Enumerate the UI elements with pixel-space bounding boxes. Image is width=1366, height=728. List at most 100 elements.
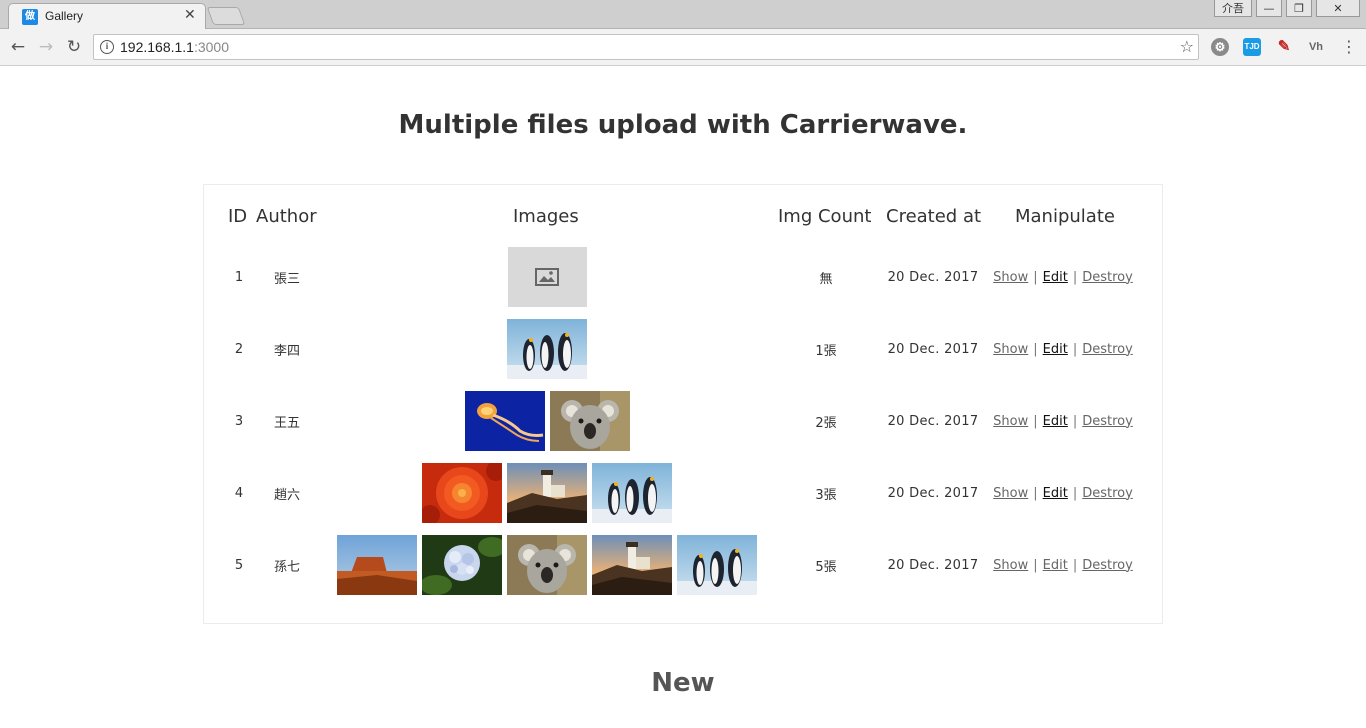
thumbnail-jellyfish: [464, 391, 545, 451]
gallery-table: ID Author Images Img Count Created at Ma…: [203, 184, 1163, 624]
cell-id: 5: [234, 557, 244, 573]
cell-author: 張三: [273, 271, 300, 287]
cell-author: 孫七: [273, 559, 300, 575]
cell-created-at: 20 Dec. 2017: [887, 557, 979, 573]
cell-created-at: 20 Dec. 2017: [887, 269, 979, 285]
tab-title: Gallery: [45, 9, 84, 23]
url-port: :3000: [193, 39, 230, 55]
separator: |: [1033, 269, 1038, 285]
browser-tab[interactable]: 做 Gallery ✕: [8, 3, 206, 29]
feather-extension-icon[interactable]: ✎: [1275, 38, 1293, 56]
thumbnail-hydrangeas: [422, 535, 502, 595]
header-img-count: Img Count: [778, 206, 872, 227]
separator: |: [1033, 557, 1038, 573]
header-created-at: Created at: [886, 206, 982, 227]
thumbnail-penguins: [507, 319, 587, 379]
url-text[interactable]: 192.168.1.1:3000: [120, 39, 229, 55]
cell-author: 趙六: [273, 487, 300, 503]
thumbnail-desert: [337, 535, 417, 595]
cell-author: 王五: [273, 415, 300, 431]
profile-button[interactable]: 介吾: [1214, 0, 1252, 17]
reload-icon[interactable]: ↻: [64, 37, 84, 57]
cell-manipulate: Show | Edit | Destroy: [990, 534, 1136, 596]
edit-link[interactable]: Edit: [1043, 342, 1068, 357]
separator: |: [1072, 341, 1078, 357]
cell-created-at: 20 Dec. 2017: [887, 413, 979, 429]
cell-manipulate: Show | Edit | Destroy: [990, 246, 1136, 308]
show-link[interactable]: Show: [993, 486, 1028, 501]
edit-link[interactable]: Edit: [1043, 558, 1068, 573]
page-title: Multiple files upload with Carrierwave.: [398, 110, 968, 140]
separator: |: [1072, 557, 1078, 573]
cell-manipulate: Show | Edit | Destroy: [990, 318, 1136, 380]
window-close-button[interactable]: ✕: [1316, 0, 1360, 17]
browser-menu-icon[interactable]: ⋮: [1341, 37, 1357, 56]
cell-manipulate: Show | Edit | Destroy: [990, 462, 1136, 524]
destroy-link[interactable]: Destroy: [1082, 558, 1133, 573]
settings-extension-icon[interactable]: ⚙: [1211, 38, 1229, 56]
header-id: ID: [228, 206, 248, 227]
address-bar[interactable]: i 192.168.1.1:3000 ☆: [93, 34, 1199, 60]
table-header: ID Author Images Img Count Created at Ma…: [204, 206, 1162, 232]
separator: |: [1072, 485, 1078, 501]
separator: |: [1033, 485, 1038, 501]
separator: |: [1072, 413, 1078, 429]
window-controls: 介吾 — ❐ ✕: [1214, 0, 1360, 18]
table-row: 1 張三 無 20 Dec. 2017 Show | Edit | Destro…: [204, 246, 1162, 318]
thumbnail-koala: [549, 391, 630, 451]
thumbnail-lighthouse: [507, 463, 587, 523]
restore-button[interactable]: ❐: [1286, 0, 1312, 17]
bookmark-star-icon[interactable]: ☆: [1180, 37, 1194, 56]
page-content: Multiple files upload with Carrierwave. …: [0, 66, 1366, 728]
url-host: 192.168.1.1: [120, 39, 194, 55]
table-row: 4 趙六 3張 20 Dec. 2017 Show | Edit | Destr…: [204, 462, 1162, 534]
edit-link[interactable]: Edit: [1043, 486, 1068, 501]
thumbnail-lighthouse: [592, 535, 672, 595]
tab-close-icon[interactable]: ✕: [184, 7, 196, 23]
show-link[interactable]: Show: [993, 270, 1028, 285]
vh-extension-icon[interactable]: Vh: [1307, 38, 1325, 56]
edit-link[interactable]: Edit: [1043, 270, 1068, 285]
cell-img-count: 5張: [815, 559, 837, 575]
cell-id: 3: [234, 413, 244, 429]
thumbnail-penguins: [592, 463, 672, 523]
cell-images: [334, 246, 760, 308]
tjd-extension-icon[interactable]: TJD: [1243, 38, 1261, 56]
cell-created-at: 20 Dec. 2017: [887, 485, 979, 501]
tab-strip: 做 Gallery ✕ 介吾 — ❐ ✕: [0, 0, 1366, 29]
cell-img-count: 1張: [815, 343, 837, 359]
separator: |: [1072, 269, 1078, 285]
edit-link[interactable]: Edit: [1043, 414, 1068, 429]
cell-id: 1: [234, 269, 244, 285]
cell-images: [334, 462, 760, 524]
header-manipulate: Manipulate: [1015, 206, 1115, 227]
show-link[interactable]: Show: [993, 558, 1028, 573]
minimize-button[interactable]: —: [1256, 0, 1282, 17]
destroy-link[interactable]: Destroy: [1082, 486, 1133, 501]
show-link[interactable]: Show: [993, 414, 1028, 429]
table-row: 2 李四 1張 20 Dec. 2017 Show | Edit | Destr…: [204, 318, 1162, 390]
browser-toolbar: ← → ↻ i 192.168.1.1:3000 ☆ ⚙ TJD ✎ Vh ⋮: [0, 29, 1366, 66]
cell-img-count: 3張: [815, 487, 837, 503]
destroy-link[interactable]: Destroy: [1082, 342, 1133, 357]
header-images: Images: [513, 206, 579, 227]
thumbnail-koala: [507, 535, 587, 595]
separator: |: [1033, 341, 1038, 357]
destroy-link[interactable]: Destroy: [1082, 414, 1133, 429]
cell-images: [334, 390, 760, 452]
cell-images: [334, 534, 760, 596]
favicon-icon: 做: [22, 9, 38, 25]
forward-arrow-icon[interactable]: →: [36, 37, 56, 57]
cell-images: [334, 318, 760, 380]
table-row: 3 王五 2張 20 Dec. 2017 Show | Edit | Destr…: [204, 390, 1162, 462]
cell-img-count: 無: [819, 271, 833, 287]
new-tab-button[interactable]: [206, 7, 246, 25]
back-arrow-icon[interactable]: ←: [8, 37, 28, 57]
header-author: Author: [256, 206, 317, 227]
thumbnail-chrysanthemum: [422, 463, 502, 523]
show-link[interactable]: Show: [993, 342, 1028, 357]
destroy-link[interactable]: Destroy: [1082, 270, 1133, 285]
site-info-icon[interactable]: i: [100, 40, 114, 54]
cell-img-count: 2張: [815, 415, 837, 431]
cell-created-at: 20 Dec. 2017: [887, 341, 979, 357]
